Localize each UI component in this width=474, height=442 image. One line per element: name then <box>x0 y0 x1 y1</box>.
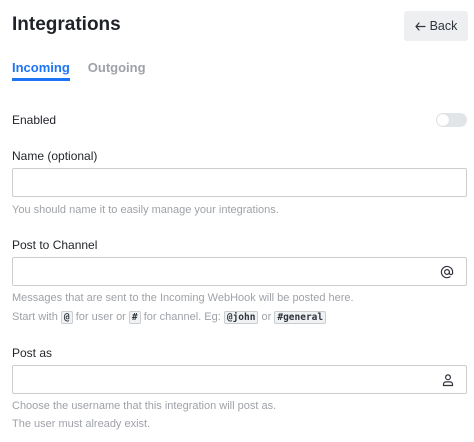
tab-incoming[interactable]: Incoming <box>12 60 70 81</box>
back-button[interactable]: Back <box>404 11 468 41</box>
code-john: @john <box>223 311 259 324</box>
hint-text: for channel. Eg: <box>143 311 221 323</box>
name-input-wrapper <box>12 168 467 197</box>
enabled-toggle[interactable] <box>436 113 467 127</box>
name-hint: You should name it to easily manage your… <box>12 204 279 216</box>
code-at: @ <box>60 311 73 324</box>
user-icon <box>442 373 454 386</box>
hint-text: or <box>261 311 272 323</box>
tab-bar: Incoming Outgoing <box>12 60 146 81</box>
arrow-left-icon <box>414 21 426 31</box>
channel-hint-line2: Start with @ for user or # for channel. … <box>12 310 327 325</box>
page-title: Integrations <box>12 14 121 35</box>
post-as-input-wrapper <box>12 365 467 394</box>
hint-text: for user or <box>75 311 126 323</box>
at-icon <box>440 265 454 279</box>
channel-input[interactable] <box>13 258 466 285</box>
channel-hint-line1: Messages that are sent to the Incoming W… <box>12 292 354 304</box>
post-as-hint-line1: Choose the username that this integratio… <box>12 400 277 412</box>
code-general: #general <box>274 311 327 324</box>
post-as-label: Post as <box>12 346 53 360</box>
code-hash: # <box>128 311 141 324</box>
name-input[interactable] <box>13 169 466 196</box>
hint-text: Start with <box>12 311 58 323</box>
channel-label: Post to Channel <box>12 238 98 252</box>
post-as-input[interactable] <box>13 366 466 393</box>
enabled-label: Enabled <box>12 113 57 127</box>
integrations-page: Integrations Back Incoming Outgoing Enab… <box>0 0 474 442</box>
tab-outgoing[interactable]: Outgoing <box>88 60 146 81</box>
back-button-label: Back <box>429 19 458 33</box>
channel-input-wrapper <box>12 257 467 286</box>
name-label: Name (optional) <box>12 149 98 163</box>
post-as-hint-line2: The user must already exist. <box>12 418 151 430</box>
